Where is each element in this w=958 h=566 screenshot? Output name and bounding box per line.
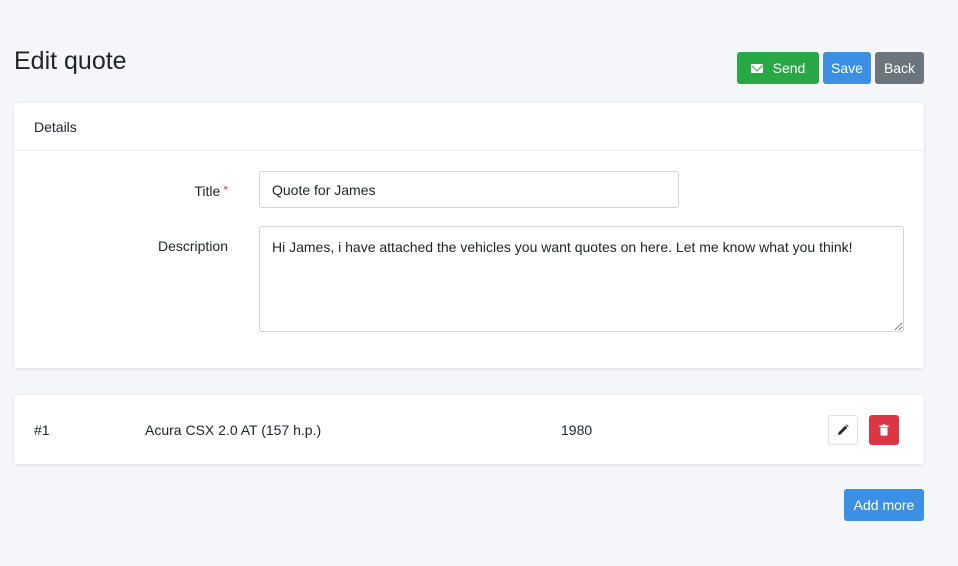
- save-button[interactable]: Save: [823, 52, 871, 84]
- quote-items-card: #1 Acura CSX 2.0 AT (157 h.p.) 1980: [14, 395, 924, 464]
- action-bar: Send Save Back: [737, 52, 924, 84]
- title-label-text: Title: [194, 183, 221, 199]
- required-marker: *: [223, 183, 228, 197]
- title-input[interactable]: [259, 171, 679, 208]
- back-button[interactable]: Back: [875, 52, 924, 84]
- page-title: Edit quote: [14, 47, 127, 75]
- edit-item-button[interactable]: [828, 415, 858, 445]
- details-card: Details Title* Description Hi James, i h…: [14, 103, 924, 368]
- delete-item-button[interactable]: [869, 415, 899, 445]
- send-button[interactable]: Send: [737, 52, 819, 84]
- item-number: #1: [34, 422, 50, 438]
- add-more-button[interactable]: Add more: [844, 489, 924, 521]
- item-vehicle-name: Acura CSX 2.0 AT (157 h.p.): [145, 422, 322, 438]
- send-button-label: Send: [772, 60, 806, 76]
- item-year: 1980: [561, 422, 593, 438]
- description-label: Description: [157, 238, 228, 254]
- details-header: Details: [14, 103, 924, 151]
- trash-icon: [879, 424, 889, 436]
- title-label: Title *: [194, 183, 228, 199]
- quote-item-row: #1 Acura CSX 2.0 AT (157 h.p.) 1980: [14, 395, 924, 464]
- description-textarea[interactable]: Hi James, i have attached the vehicles y…: [259, 226, 904, 332]
- pencil-icon: [838, 424, 849, 435]
- envelope-icon: [750, 63, 763, 73]
